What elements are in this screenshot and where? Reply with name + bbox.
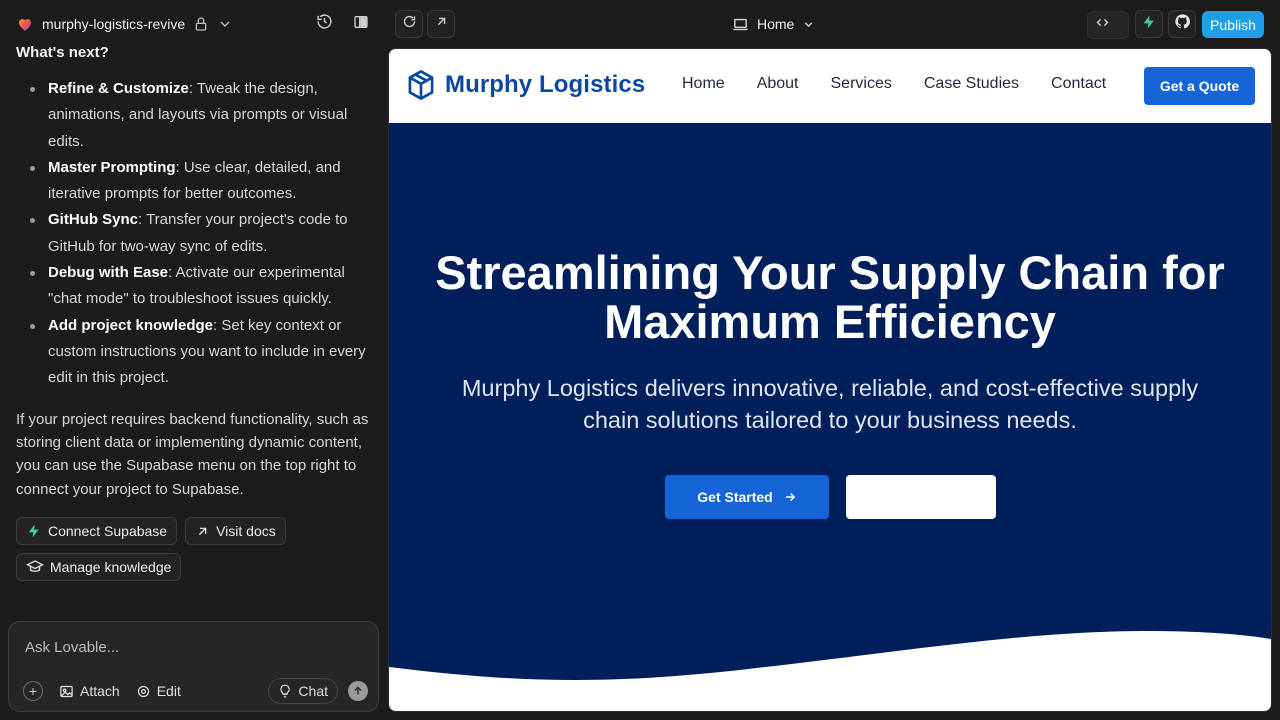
site-navbar: Murphy Logistics Home About Services Cas… [389, 49, 1271, 123]
arrow-up-icon [352, 685, 364, 697]
hero-wave-divider [389, 631, 1271, 711]
nav-link-contact[interactable]: Contact [1051, 75, 1106, 93]
nav-link-about[interactable]: About [757, 75, 799, 93]
tip-title: Debug with Ease [48, 264, 169, 282]
github-button[interactable] [1168, 10, 1196, 38]
chevron-down-icon [217, 16, 233, 32]
tip-title: GitHub Sync [48, 211, 139, 229]
connect-supabase-button[interactable]: Connect Supabase [16, 517, 178, 546]
visit-docs-button[interactable]: Visit docs [185, 517, 286, 546]
list-item: GitHub Sync: Transfer your project's cod… [30, 207, 372, 260]
sidebar-icon [353, 14, 369, 35]
chat-mode-button[interactable]: Chat [268, 678, 338, 704]
history-icon [316, 13, 333, 35]
list-item: Debug with Ease: Activate our experiment… [30, 260, 372, 313]
get-a-quote-button[interactable]: Get a Quote [1144, 67, 1255, 105]
code-icon [1095, 15, 1110, 35]
open-in-new-tab-button[interactable] [427, 10, 455, 38]
list-item: Master Prompting: Use clear, detailed, a… [30, 155, 372, 208]
nav-link-case-studies[interactable]: Case Studies [924, 75, 1019, 93]
get-started-label: Get Started [697, 489, 773, 505]
supabase-bolt-icon [26, 523, 42, 539]
action-chips: Connect Supabase Visit docs Manage knowl… [16, 517, 316, 582]
route-label: Home [757, 16, 795, 32]
chip-label: Manage knowledge [50, 559, 172, 576]
chat-composer[interactable]: Ask Lovable... + Attach Edit Chat [8, 621, 379, 712]
edit-button[interactable]: Edit [136, 683, 181, 699]
chat-panel: What's next? Refine & Customize: Tweak t… [0, 40, 388, 615]
nav-link-services[interactable]: Services [831, 75, 892, 93]
target-icon [136, 684, 151, 699]
image-icon [59, 684, 74, 699]
whats-next-heading: What's next? [16, 44, 109, 61]
refresh-icon [402, 14, 417, 34]
graduation-cap-icon [26, 558, 44, 576]
publish-button[interactable]: Publish [1202, 11, 1264, 38]
code-button[interactable] [1088, 11, 1116, 39]
send-button[interactable] [348, 681, 368, 701]
lightbulb-icon [278, 684, 292, 698]
route-selector[interactable]: Home [732, 14, 815, 34]
hero-subtitle: Murphy Logistics delivers innovative, re… [461, 375, 1199, 433]
code-view-toggle[interactable] [1087, 11, 1129, 39]
attach-label: Attach [80, 683, 120, 699]
tip-title: Refine & Customize [48, 80, 189, 97]
package-box-icon [406, 69, 436, 101]
supabase-bolt-icon [1141, 14, 1157, 35]
chip-label: Connect Supabase [48, 523, 168, 540]
secondary-hero-button[interactable] [846, 475, 996, 519]
add-button[interactable]: + [23, 681, 43, 701]
brand-name: Murphy Logistics [445, 71, 646, 98]
chevron-down-icon [802, 18, 815, 31]
supabase-paragraph: If your project requires backend functio… [16, 410, 369, 498]
composer-toolbar: + Attach Edit Chat [23, 678, 368, 704]
edit-label: Edit [156, 683, 181, 699]
hero-section: Streamlining Your Supply Chain for Maxim… [389, 123, 1271, 711]
history-button[interactable] [310, 10, 338, 38]
arrow-up-right-icon [434, 14, 449, 34]
site-nav-links: Home About Services Case Studies Contact [682, 75, 1106, 93]
plus-icon: + [28, 683, 38, 699]
attach-button[interactable]: Attach [59, 683, 120, 699]
list-item: Add project knowledge: Set key context o… [30, 313, 372, 392]
laptop-icon [732, 16, 749, 33]
chat-label: Chat [298, 683, 328, 699]
tips-list: Refine & Customize: Tweak the design, an… [16, 76, 372, 392]
tip-title: Add project knowledge [48, 316, 214, 334]
refresh-button[interactable] [395, 10, 423, 38]
site-preview: Murphy Logistics Home About Services Cas… [388, 48, 1272, 712]
get-started-button[interactable]: Get Started [665, 475, 829, 519]
toggle-sidebar-button[interactable] [347, 10, 375, 38]
arrow-up-right-icon [195, 524, 210, 539]
project-switcher[interactable]: murphy-logistics-revive [16, 14, 233, 34]
chip-label: Visit docs [216, 523, 276, 540]
lovable-heart-icon [16, 15, 34, 33]
manage-knowledge-button[interactable]: Manage knowledge [16, 553, 182, 582]
supabase-button[interactable] [1135, 10, 1163, 38]
tip-title: Master Prompting [48, 158, 176, 176]
arrow-right-icon [783, 490, 797, 504]
list-item: Refine & Customize: Tweak the design, an… [30, 76, 372, 155]
lock-icon [193, 16, 209, 32]
nav-link-home[interactable]: Home [682, 75, 725, 93]
github-icon [1174, 13, 1191, 35]
project-name: murphy-logistics-revive [42, 16, 186, 32]
chat-input[interactable]: Ask Lovable... [25, 639, 119, 656]
site-logo[interactable]: Murphy Logistics [406, 69, 645, 101]
hero-title: Streamlining Your Supply Chain for Maxim… [435, 246, 1225, 348]
